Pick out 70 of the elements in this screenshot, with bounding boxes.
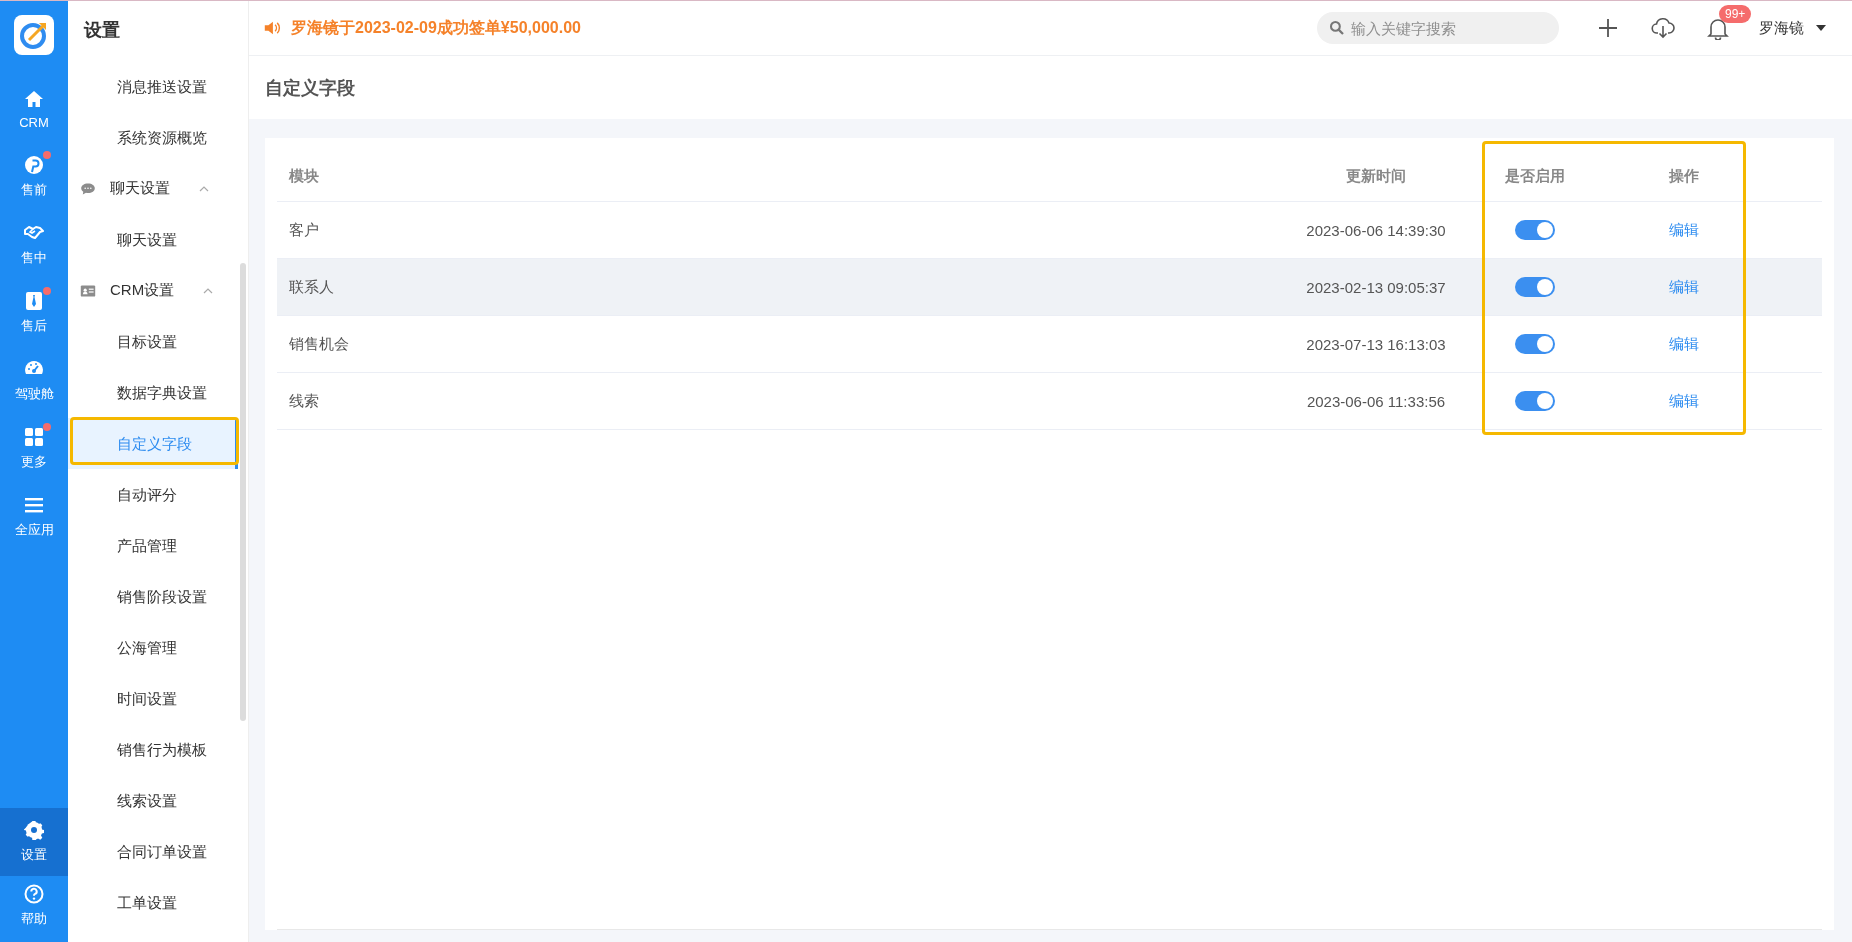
grid-icon xyxy=(24,427,44,447)
nav-item[interactable]: 设置 xyxy=(0,808,68,876)
edit-link[interactable]: 编辑 xyxy=(1669,391,1699,411)
search-field[interactable]: 输入关键字搜索 xyxy=(1317,12,1559,44)
home-icon xyxy=(24,88,44,109)
sidebar-item[interactable]: 系统资源概览 xyxy=(68,112,235,163)
table-cell-text: 线索 xyxy=(288,391,320,411)
sidebar-item[interactable]: 消息推送设置 xyxy=(68,61,235,112)
notification-badge: 99+ xyxy=(1719,5,1752,23)
group-label: 聊天设置 xyxy=(110,179,170,198)
nav-label: 售前 xyxy=(21,181,47,199)
sidebar-title: 设置 xyxy=(82,19,121,42)
sidebar-item[interactable]: 聊天设置 xyxy=(68,214,235,265)
column-header: 模块 xyxy=(287,166,320,186)
nav-label: 全应用 xyxy=(14,521,54,539)
nav-label: 售后 xyxy=(21,317,47,335)
table-cell-text: 2023-02-13 09:05:37 xyxy=(1305,278,1447,296)
table-cell-text: 联系人 xyxy=(288,277,335,297)
column-header: 是否启用 xyxy=(1504,166,1566,186)
nav-label: 帮助 xyxy=(21,910,47,928)
tie-icon xyxy=(24,291,44,311)
sidebar-item[interactable]: 目标设置 xyxy=(68,316,235,367)
help-icon xyxy=(24,884,44,904)
sidebar-item[interactable]: 工单设置 xyxy=(68,877,235,928)
sidebar-item[interactable]: 销售行为模板 xyxy=(68,724,235,775)
id-card-icon xyxy=(80,282,96,299)
table-cell-text: 销售机会 xyxy=(288,334,350,354)
scrollbar[interactable] xyxy=(240,263,246,721)
sidebar-group[interactable]: 聊天设置 xyxy=(68,163,235,214)
nav-label: 驾驶舱 xyxy=(14,385,54,403)
toggle-switch[interactable] xyxy=(1515,391,1555,411)
nav-label: CRM xyxy=(19,114,49,130)
sidebar-item[interactable]: 销售阶段设置 xyxy=(68,571,235,622)
nav-label: 售中 xyxy=(21,249,47,267)
sidebar-item[interactable]: 数据字典设置 xyxy=(68,367,235,418)
bell-icon xyxy=(1707,16,1729,40)
toggle-switch[interactable] xyxy=(1515,220,1555,240)
sidebar-item[interactable]: 公海管理 xyxy=(68,622,235,673)
toggle-switch[interactable] xyxy=(1515,334,1555,354)
column-header: 操作 xyxy=(1668,166,1700,186)
announcement-text: 罗海镜于2023-02-09成功签单¥50,000.00 xyxy=(291,17,581,38)
user-menu[interactable]: 罗海镜 xyxy=(1753,14,1832,42)
page-title: 自定义字段 xyxy=(265,76,355,100)
settings-icon xyxy=(24,820,44,840)
sidebar-group[interactable]: CRM设置 xyxy=(68,265,235,316)
table-cell-text: 2023-06-06 14:39:30 xyxy=(1305,221,1447,239)
nav-label: 更多 xyxy=(21,453,47,471)
sidebar-item[interactable]: 产品管理 xyxy=(68,520,235,571)
toggle-switch[interactable] xyxy=(1515,277,1555,297)
menu-icon xyxy=(24,495,44,515)
table-cell-text: 2023-06-06 11:33:56 xyxy=(1305,392,1447,410)
plus-icon xyxy=(1597,17,1619,39)
edit-link[interactable]: 编辑 xyxy=(1669,334,1699,354)
speaker-icon xyxy=(263,19,281,37)
search-icon xyxy=(1329,20,1345,36)
pin-icon xyxy=(24,155,44,175)
sidebar-item[interactable]: 线索设置 xyxy=(68,775,235,826)
cloud-download-icon xyxy=(1651,17,1675,39)
chat-bubble-icon xyxy=(80,180,96,197)
column-header: 更新时间 xyxy=(1345,166,1407,186)
table-cell-text: 客户 xyxy=(288,220,320,240)
edit-link[interactable]: 编辑 xyxy=(1669,220,1699,240)
sidebar-item[interactable]: 自动评分 xyxy=(68,469,235,520)
sidebar-item[interactable]: 时间设置 xyxy=(68,673,235,724)
table-cell-text: 2023-07-13 16:13:03 xyxy=(1305,335,1447,353)
group-label: CRM设置 xyxy=(110,281,175,300)
app-logo xyxy=(14,15,54,55)
nav-label: 设置 xyxy=(21,846,47,864)
sidebar-item[interactable]: 合同订单设置 xyxy=(68,826,235,877)
caret-icon xyxy=(1816,24,1826,32)
